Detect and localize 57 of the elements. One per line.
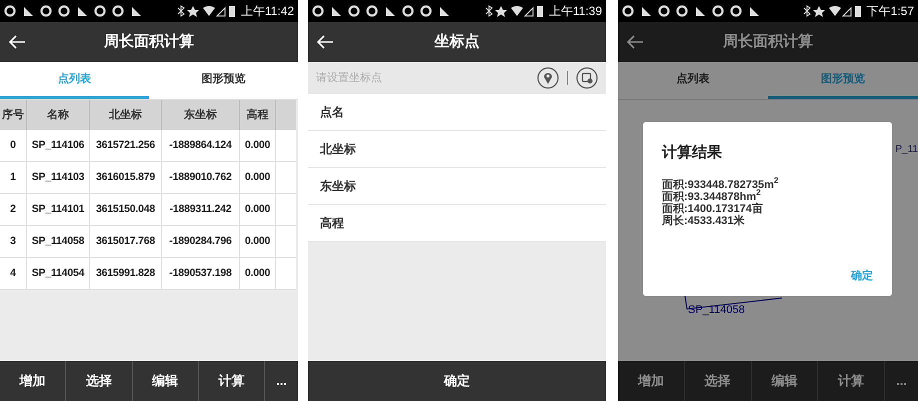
- table-cell: 0: [0, 130, 27, 161]
- status-time: 上午11:42: [240, 3, 294, 20]
- toolbar-button[interactable]: ...: [264, 361, 298, 401]
- toolbar-button[interactable]: 增加: [0, 361, 66, 401]
- screen-title: 周长面积计算: [103, 32, 195, 52]
- dialog-title: 计算结果: [662, 143, 723, 163]
- result-text: 面积:93.344878hm$^{2}$: [662, 190, 761, 202]
- result-text: 周长:4533.431米: [662, 214, 746, 226]
- table-cell: 0.000: [240, 258, 276, 289]
- table-cell: 3616015.879: [90, 162, 162, 193]
- table-cell: -1889311.242: [162, 194, 240, 225]
- toolbar-button[interactable]: 编辑: [750, 361, 818, 401]
- result-text: 面积:933448.782735m$^{2}$: [662, 178, 780, 190]
- table-cell: 1: [0, 162, 27, 193]
- toolbar-button[interactable]: 选择: [684, 361, 750, 401]
- point-label: P_11: [895, 143, 918, 157]
- toolbar-button[interactable]: 计算: [817, 361, 884, 401]
- input-field[interactable]: 北坐标: [308, 131, 606, 168]
- status-time: 上午11:39: [548, 3, 602, 20]
- result-text: 面积:1400.173174亩: [662, 202, 764, 214]
- table-cell: SP_114106: [27, 130, 90, 161]
- table-cell: -1889010.762: [162, 162, 240, 193]
- table-cell: 0.000: [240, 194, 276, 225]
- table-cell: SP_114054: [27, 258, 90, 289]
- table-cell: 3615721.256: [90, 130, 162, 161]
- table-cell: 3615991.828: [90, 258, 162, 289]
- toolbar-button[interactable]: 选择: [65, 361, 132, 401]
- input-field[interactable]: 东坐标: [308, 168, 606, 205]
- table-cell: -1889864.124: [162, 130, 240, 161]
- table-cell: 3: [0, 226, 27, 257]
- table-cell: 0.000: [240, 162, 276, 193]
- toolbar-button[interactable]: ...: [884, 361, 918, 401]
- input-field[interactable]: 高程: [308, 205, 606, 242]
- table-cell: -1890284.796: [162, 226, 240, 257]
- tab[interactable]: 图形预览: [149, 62, 298, 99]
- search-bar[interactable]: 请设置坐标点: [308, 62, 606, 94]
- table-cell: SP_114058: [27, 226, 90, 257]
- screen-title: 坐标点: [433, 32, 480, 52]
- toolbar-button[interactable]: 增加: [618, 361, 684, 401]
- table-cell: 2: [0, 194, 27, 225]
- toolbar-button[interactable]: 计算: [198, 361, 264, 401]
- table-cell: 3615017.768: [90, 226, 162, 257]
- table-cell: SP_114103: [27, 162, 90, 193]
- search-field[interactable]: 请设置坐标点: [316, 70, 537, 86]
- table-cell: SP_114101: [27, 194, 90, 225]
- toolbar-button[interactable]: 编辑: [132, 361, 198, 401]
- status-time: 下午1:57: [866, 3, 914, 20]
- table-cell: -1890537.198: [162, 258, 240, 289]
- confirm-button[interactable]: 确定: [308, 361, 606, 401]
- table-cell: 0.000: [240, 130, 276, 161]
- point-label: SP_114058: [688, 303, 745, 318]
- screen-title: 周长面积计算: [722, 32, 814, 52]
- input-field[interactable]: 点名: [308, 94, 606, 131]
- table-cell: 4: [0, 258, 27, 289]
- table-cell: 3615150.048: [90, 194, 162, 225]
- tab[interactable]: 点列表: [618, 62, 768, 99]
- table-cell: 0.000: [240, 226, 276, 257]
